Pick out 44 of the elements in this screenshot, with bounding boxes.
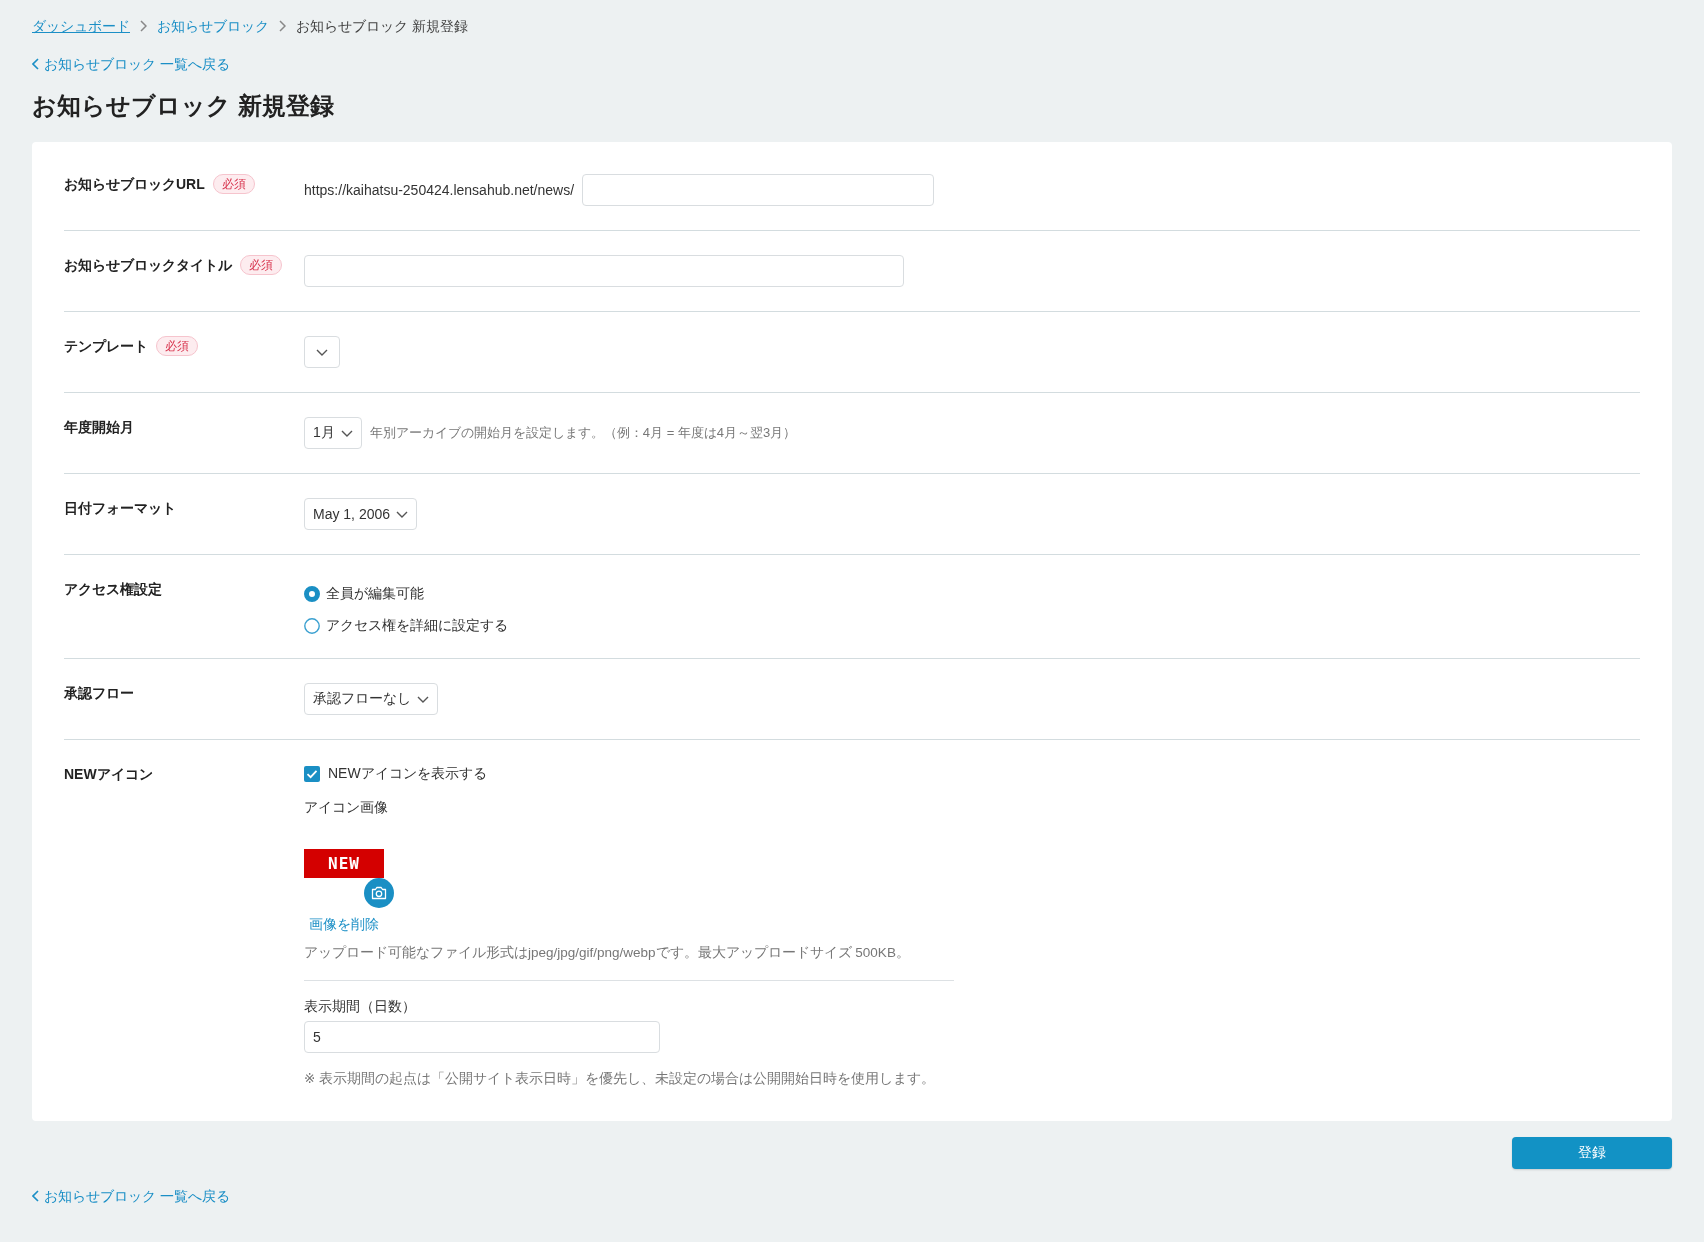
icon-image-preview: NEW <box>304 849 384 878</box>
field-label: お知らせブロックURL <box>64 175 205 194</box>
field-label: アクセス権設定 <box>64 580 162 599</box>
required-badge: 必須 <box>212 174 255 194</box>
image-field-label: アイコン画像 <box>304 798 388 817</box>
field-hint: 年別アーカイブの開始月を設定します。（例：4月 = 年度は4月～翌3月） <box>369 424 797 442</box>
field-label: 日付フォーマット <box>64 499 176 518</box>
chevron-left-icon <box>32 58 39 70</box>
breadcrumb-current: お知らせブロック 新規登録 <box>296 17 468 36</box>
chevron-down-icon <box>316 348 328 356</box>
page-title: お知らせブロック 新規登録 <box>32 91 335 121</box>
period-input[interactable]: 5 <box>304 1021 660 1053</box>
radio-label[interactable]: アクセス権を詳細に設定する <box>326 617 508 635</box>
select-dropdown[interactable] <box>304 336 340 368</box>
period-note: ※ 表示期間の起点は「公開サイト表示日時」を優先し、未設定の場合は公開開始日時を使用します。 <box>304 1070 936 1088</box>
camera-icon[interactable] <box>364 878 394 908</box>
chevron-right-icon <box>279 20 286 32</box>
radio-button[interactable] <box>304 618 320 634</box>
field-label: テンプレート <box>64 337 148 356</box>
chevron-down-icon <box>396 510 409 518</box>
delete-image-link[interactable]: 画像を削除 <box>309 914 379 934</box>
radio-button[interactable] <box>304 586 320 602</box>
period-label: 表示期間（日数） <box>304 997 416 1016</box>
select-dropdown[interactable]: 承認フローなし <box>304 683 438 715</box>
text-input[interactable] <box>304 255 904 287</box>
checkbox-label[interactable]: NEWアイコンを表示する <box>328 765 487 783</box>
url-prefix: https://kaihatsu-250424.lensahub.net/news/ <box>304 182 575 198</box>
checkbox[interactable] <box>304 766 320 782</box>
select-dropdown[interactable]: 1月 <box>304 417 362 449</box>
chevron-down-icon <box>417 695 429 703</box>
field-label: 年度開始月 <box>64 418 134 437</box>
register-button[interactable]: 登録 <box>1512 1137 1672 1169</box>
chevron-left-icon <box>32 1190 39 1202</box>
select-dropdown[interactable]: May 1, 2006 <box>304 498 418 530</box>
file-format-note: アップロード可能なファイル形式はjpeg/jpg/gif/png/webpです。最大アップロードサイズ 500KB。 <box>304 944 910 962</box>
chevron-down-icon <box>340 429 353 437</box>
required-badge: 必須 <box>156 336 198 356</box>
url-input[interactable] <box>582 174 935 206</box>
field-label: 承認フロー <box>64 684 134 703</box>
field-label: NEWアイコン <box>64 765 153 784</box>
field-label: お知らせブロックタイトル <box>64 256 232 275</box>
required-badge: 必須 <box>240 255 282 275</box>
chevron-right-icon <box>140 20 147 32</box>
radio-label[interactable]: 全員が編集可能 <box>326 585 424 603</box>
